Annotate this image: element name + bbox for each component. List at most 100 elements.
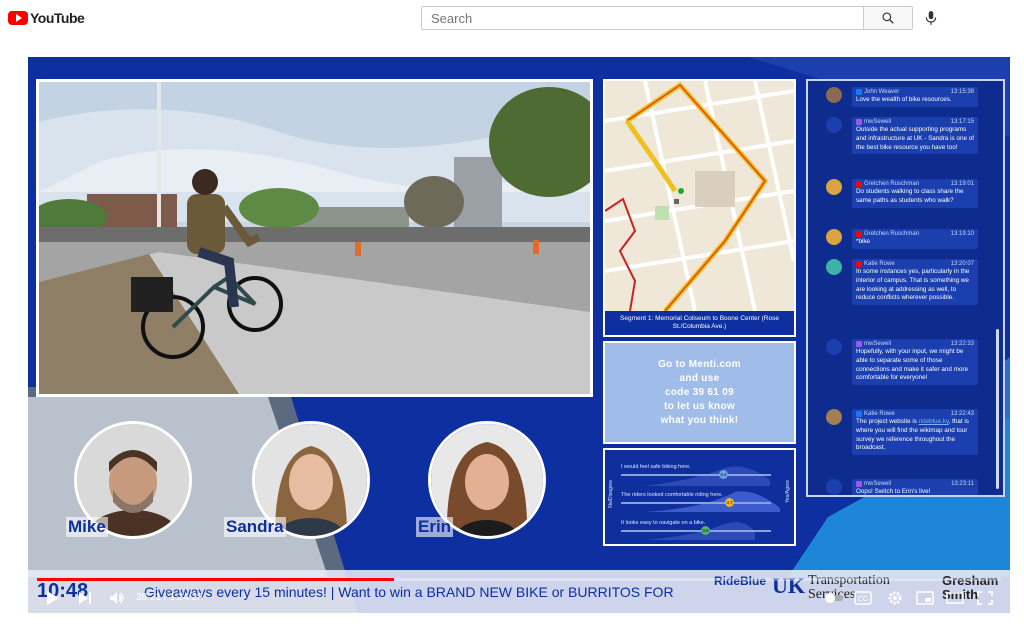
autoplay-icon bbox=[825, 593, 843, 603]
avatar bbox=[826, 409, 842, 425]
chat-text: *bike bbox=[856, 238, 871, 245]
play-icon bbox=[47, 591, 59, 605]
masthead: YouTube bbox=[0, 0, 1024, 38]
platform-icon bbox=[856, 181, 862, 187]
menti-text: Go to Menti.com and use code 39 61 09 to… bbox=[658, 358, 741, 426]
search-button[interactable] bbox=[863, 6, 913, 30]
chat-author: mwSewell bbox=[864, 341, 892, 347]
map-graphic bbox=[605, 81, 794, 313]
chat-bubble: mwSewell 13:22:33 Hopefully, with your in… bbox=[852, 339, 978, 386]
microphone-icon bbox=[925, 11, 937, 25]
avatar bbox=[826, 259, 842, 275]
progress-bar[interactable] bbox=[37, 578, 1001, 581]
chat-bubble: Gretchen Ruschman 13:19:10 *bike bbox=[852, 229, 978, 249]
survey-item-label: It looks easy to navigate on a bike. bbox=[621, 520, 706, 526]
survey-item: It looks easy to navigate on a bike. 3.6 bbox=[621, 520, 779, 535]
avatar bbox=[826, 339, 842, 355]
gear-icon bbox=[888, 591, 902, 605]
chat-time: 13:19:10 bbox=[950, 231, 974, 237]
fullscreen-button[interactable] bbox=[974, 587, 996, 609]
platform-icon bbox=[856, 341, 862, 347]
chat-bubble: Katie Rowe 13:22:43 The project website i… bbox=[852, 409, 978, 456]
theater-icon bbox=[946, 592, 964, 604]
platform-icon bbox=[856, 119, 862, 125]
chat-text: Outside the actual supporting programs a… bbox=[856, 126, 974, 151]
chat-bubble: John Weaver 13:15:38 Love the wealth of b… bbox=[852, 87, 978, 107]
survey-results: No/Disagree Yes/Agree I would feel safe … bbox=[603, 448, 796, 546]
survey-track bbox=[621, 502, 771, 504]
chat-author: Gretchen Ruschman bbox=[864, 231, 920, 237]
voice-search-button[interactable] bbox=[921, 8, 941, 28]
survey-value-marker: 4.4 bbox=[719, 470, 728, 479]
captions-icon: CC bbox=[854, 591, 872, 605]
cyclist-scene bbox=[39, 82, 590, 394]
chat-author: Katie Rowe bbox=[864, 411, 895, 417]
duration: 1:24:23 bbox=[169, 592, 203, 603]
survey-item: I would feel safe biking here. 4.4 bbox=[621, 464, 779, 479]
route-map: Segment 1: Memorial Coliseum to Boone Ce… bbox=[603, 79, 796, 337]
chat-bubble: mwSewell 13:17:15 Outside the actual supp… bbox=[852, 117, 978, 155]
avatar bbox=[826, 117, 842, 133]
miniplayer-button[interactable] bbox=[914, 587, 936, 609]
survey-item-label: I would feel safe biking here. bbox=[621, 464, 691, 470]
theater-mode-button[interactable] bbox=[944, 587, 966, 609]
svg-text:CC: CC bbox=[858, 596, 868, 603]
avatar bbox=[826, 479, 842, 495]
chat-text: Love the wealth of bike resources. bbox=[856, 96, 952, 103]
chat-bubble: Katie Rowe 13:20:07 In some instances yes… bbox=[852, 259, 978, 306]
captions-button[interactable]: CC bbox=[852, 587, 874, 609]
youtube-logo[interactable]: YouTube bbox=[8, 10, 85, 26]
logo-text: YouTube bbox=[30, 10, 85, 26]
volume-icon bbox=[110, 592, 124, 604]
live-chat-panel[interactable]: John Weaver 13:15:38 Love the wealth of b… bbox=[806, 79, 1005, 497]
chat-author: mwSewell bbox=[864, 481, 892, 487]
player-controls: 38:21 / 1:24:23 CC bbox=[28, 583, 1010, 613]
platform-icon bbox=[856, 231, 862, 237]
video-player[interactable]: Segment 1: Memorial Coliseum to Boone Ce… bbox=[28, 57, 1010, 613]
project-website-link[interactable]: rideblue.ky bbox=[919, 418, 949, 425]
chat-text: Hopefully, with your input, we might be … bbox=[856, 348, 969, 382]
chat-text-part: The project website is bbox=[856, 418, 919, 425]
survey-item: The riders looked comfortable riding her… bbox=[621, 492, 779, 507]
speaker-name-sandra: Sandra bbox=[224, 517, 286, 537]
progress-played bbox=[37, 578, 394, 581]
menti-callout: Go to Menti.com and use code 39 61 09 to… bbox=[603, 341, 796, 444]
search-input[interactable] bbox=[421, 6, 864, 30]
map-caption: Segment 1: Memorial Coliseum to Boone Ce… bbox=[605, 311, 794, 335]
chat-author: Katie Rowe bbox=[864, 261, 895, 267]
avatar bbox=[826, 229, 842, 245]
chat-text: In some instances yes, particularly in t… bbox=[856, 268, 970, 302]
platform-icon bbox=[856, 89, 862, 95]
chat-text: Do students walking to class share the s… bbox=[856, 188, 964, 204]
chat-time: 13:15:38 bbox=[950, 89, 974, 95]
chat-text: Oops! Switch to Erin's live! bbox=[856, 488, 931, 495]
chat-time: 13:17:15 bbox=[950, 119, 974, 125]
miniplayer-icon bbox=[916, 591, 934, 605]
volume-button[interactable] bbox=[106, 587, 128, 609]
chat-author: John Weaver bbox=[864, 89, 900, 95]
chat-author: Gretchen Ruschman bbox=[864, 181, 920, 187]
chat-bubble: mwSewell 13:23:11 Oops! Switch to Erin's … bbox=[852, 479, 978, 495]
play-button[interactable] bbox=[42, 587, 64, 609]
search-icon bbox=[882, 12, 894, 24]
chat-author: mwSewell bbox=[864, 119, 892, 125]
platform-icon bbox=[856, 411, 862, 417]
play-logo-icon bbox=[8, 11, 28, 25]
speaker-name-erin: Erin bbox=[416, 517, 454, 537]
platform-icon bbox=[856, 481, 862, 487]
avatar bbox=[826, 87, 842, 103]
chat-text: The project website is rideblue.ky, that… bbox=[856, 418, 974, 453]
autoplay-toggle[interactable] bbox=[824, 587, 846, 609]
settings-button[interactable] bbox=[884, 587, 906, 609]
chat-time: 13:22:43 bbox=[950, 411, 974, 417]
chat-time: 13:22:33 bbox=[950, 341, 974, 347]
current-time: 38:21 bbox=[136, 592, 162, 603]
chat-time: 13:23:11 bbox=[951, 481, 974, 487]
next-button[interactable] bbox=[74, 587, 96, 609]
survey-track bbox=[621, 474, 771, 476]
camera-feed bbox=[36, 79, 593, 397]
survey-value-marker: 3.6 bbox=[701, 526, 710, 535]
chat-scrollbar[interactable] bbox=[996, 329, 999, 489]
chat-time: 13:20:07 bbox=[950, 261, 974, 267]
chat-bubble: Gretchen Ruschman 13:19:01 Do students wa… bbox=[852, 179, 978, 208]
